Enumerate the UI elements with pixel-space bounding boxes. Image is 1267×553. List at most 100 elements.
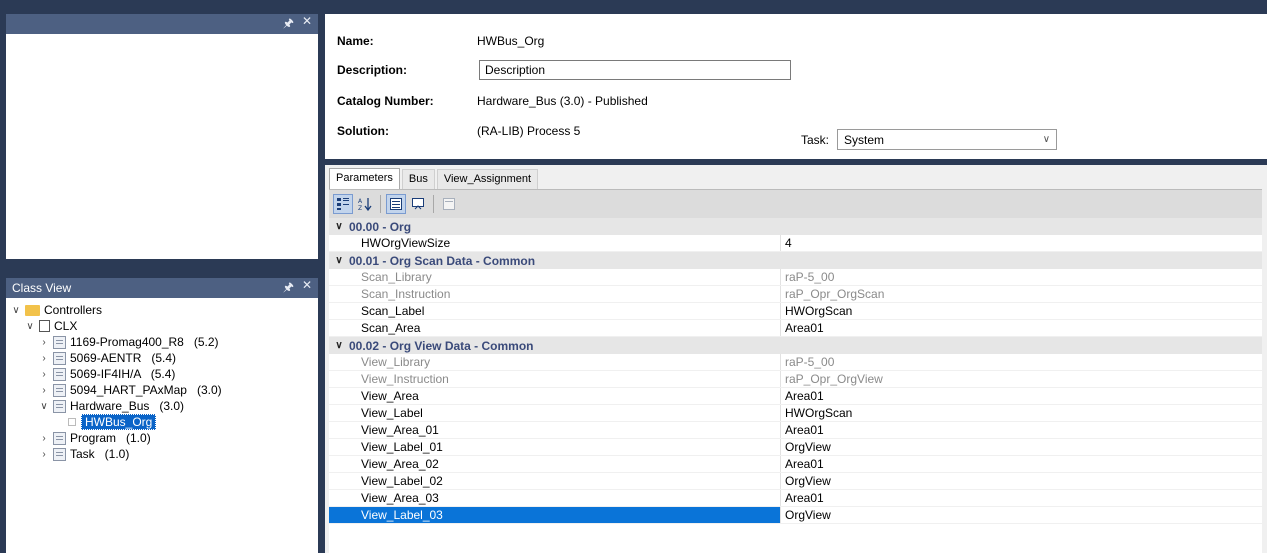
tree-item[interactable]: HWBus_Org bbox=[6, 414, 318, 430]
svg-text:A: A bbox=[358, 198, 363, 205]
left-top-pane: 🖈 ✕ bbox=[6, 14, 318, 259]
parameter-row[interactable]: View_Label HWOrgScan bbox=[329, 405, 1262, 422]
tab-bus[interactable]: Bus bbox=[401, 169, 435, 189]
tree-item[interactable]: ∨ Hardware_Bus (3.0) bbox=[6, 398, 318, 414]
sort-alphabetical-icon[interactable]: AZ bbox=[355, 194, 375, 214]
toolbar-separator bbox=[433, 195, 434, 213]
tree-item[interactable]: › 5069-IF4IH/A (5.4) bbox=[6, 366, 318, 382]
parameter-name[interactable]: Scan_Library bbox=[329, 269, 781, 285]
chevron-down-icon[interactable]: ∨ bbox=[10, 305, 22, 316]
parameter-name[interactable]: View_Area_03 bbox=[329, 490, 781, 506]
parameter-row[interactable]: View_Area_01 Area01 bbox=[329, 422, 1262, 439]
parameter-name[interactable]: Scan_Area bbox=[329, 320, 781, 336]
parameter-row[interactable]: HWOrgViewSize 4 bbox=[329, 235, 1262, 252]
instance-icon bbox=[68, 418, 76, 426]
parameter-value[interactable]: Area01 bbox=[781, 490, 1262, 506]
parameter-name[interactable]: Scan_Instruction bbox=[329, 286, 781, 302]
parameter-value[interactable]: Area01 bbox=[781, 456, 1262, 472]
tree-item[interactable]: › 5094_HART_PAxMap (3.0) bbox=[6, 382, 318, 398]
pin-icon[interactable]: 🖈 bbox=[283, 278, 294, 299]
module-icon bbox=[53, 431, 66, 445]
close-icon[interactable]: ✕ bbox=[302, 14, 312, 35]
parameter-value[interactable]: HWOrgScan bbox=[781, 303, 1262, 319]
tree-item[interactable]: ∨ Controllers bbox=[6, 302, 318, 318]
parameter-category[interactable]: ∨ 00.02 - Org View Data - Common bbox=[329, 337, 1262, 354]
tree-item-label: 1169-Promag400_R8 (5.2) bbox=[70, 335, 219, 349]
parameter-row[interactable]: Scan_Instruction raP_Opr_OrgScan bbox=[329, 286, 1262, 303]
parameter-row[interactable]: Scan_Area Area01 bbox=[329, 320, 1262, 337]
close-icon[interactable]: ✕ bbox=[302, 278, 312, 299]
chevron-right-icon[interactable]: › bbox=[38, 353, 50, 364]
tree-item[interactable]: › Program (1.0) bbox=[6, 430, 318, 446]
tree-item[interactable]: › 5069-AENTR (5.4) bbox=[6, 350, 318, 366]
instance-header-panel: Name: HWBus_Org Description: Catalog Num… bbox=[325, 14, 1267, 159]
parameter-row[interactable]: View_Area_03 Area01 bbox=[329, 490, 1262, 507]
property-pages-icon bbox=[439, 194, 459, 214]
properties-icon[interactable] bbox=[386, 194, 406, 214]
chevron-down-icon[interactable]: ∨ bbox=[329, 340, 349, 351]
parameter-row[interactable]: View_Label_03 OrgView bbox=[329, 507, 1262, 524]
parameter-name[interactable]: View_Label_01 bbox=[329, 439, 781, 455]
parameter-row[interactable]: View_Label_01 OrgView bbox=[329, 439, 1262, 456]
chevron-down-icon: ∨ bbox=[1042, 134, 1051, 145]
parameter-value[interactable]: Area01 bbox=[781, 388, 1262, 404]
parameter-row[interactable]: Scan_Library raP-5_00 bbox=[329, 269, 1262, 286]
parameter-value[interactable]: HWOrgScan bbox=[781, 405, 1262, 421]
tree-item-label: 5069-IF4IH/A (5.4) bbox=[70, 367, 176, 381]
tab-parameters[interactable]: Parameters bbox=[329, 168, 400, 189]
task-dropdown[interactable]: System ∨ bbox=[837, 129, 1058, 150]
tree-item[interactable]: › 1169-Promag400_R8 (5.2) bbox=[6, 334, 318, 350]
solution-label: Solution: bbox=[337, 124, 389, 138]
parameter-name[interactable]: HWOrgViewSize bbox=[329, 235, 781, 251]
parameter-row[interactable]: View_Instruction raP_Opr_OrgView bbox=[329, 371, 1262, 388]
chevron-right-icon[interactable]: › bbox=[38, 385, 50, 396]
tree-item[interactable]: ∨ CLX bbox=[6, 318, 318, 334]
description-label: Description: bbox=[337, 63, 408, 77]
categorized-icon[interactable] bbox=[333, 194, 353, 214]
parameter-row[interactable]: View_Area Area01 bbox=[329, 388, 1262, 405]
parameter-category[interactable]: ∨ 00.00 - Org bbox=[329, 218, 1262, 235]
toolbar-separator bbox=[380, 195, 381, 213]
parameter-name[interactable]: View_Instruction bbox=[329, 371, 781, 387]
name-label: Name: bbox=[337, 34, 374, 48]
tree-item[interactable]: › Task (1.0) bbox=[6, 446, 318, 462]
parameter-name[interactable]: View_Library bbox=[329, 354, 781, 370]
chevron-right-icon[interactable]: › bbox=[38, 449, 50, 460]
parameter-category[interactable]: ∨ 00.01 - Org Scan Data - Common bbox=[329, 252, 1262, 269]
parameter-row[interactable]: View_Label_02 OrgView bbox=[329, 473, 1262, 490]
parameter-name[interactable]: View_Label_03 bbox=[329, 507, 781, 523]
task-dropdown-value: System bbox=[844, 132, 885, 147]
tree-item-label: CLX bbox=[54, 319, 78, 333]
module-icon bbox=[53, 399, 66, 413]
parameter-row[interactable]: Scan_Label HWOrgScan bbox=[329, 303, 1262, 320]
description-input[interactable] bbox=[479, 60, 791, 80]
parameter-name[interactable]: View_Label bbox=[329, 405, 781, 421]
parameter-name[interactable]: Scan_Label bbox=[329, 303, 781, 319]
events-icon[interactable] bbox=[408, 194, 428, 214]
parameter-name[interactable]: View_Area_01 bbox=[329, 422, 781, 438]
chevron-down-icon[interactable]: ∨ bbox=[329, 221, 349, 232]
parameter-name[interactable]: View_Label_02 bbox=[329, 473, 781, 489]
parameter-value[interactable]: OrgView bbox=[781, 439, 1262, 455]
parameter-value[interactable]: Area01 bbox=[781, 422, 1262, 438]
parameter-value[interactable]: OrgView bbox=[781, 473, 1262, 489]
chevron-down-icon[interactable]: ∨ bbox=[329, 255, 349, 266]
parameter-value[interactable]: Area01 bbox=[781, 320, 1262, 336]
module-icon bbox=[53, 447, 66, 461]
parameter-row[interactable]: View_Area_02 Area01 bbox=[329, 456, 1262, 473]
module-icon bbox=[53, 351, 66, 365]
chevron-right-icon[interactable]: › bbox=[38, 369, 50, 380]
chevron-down-icon[interactable]: ∨ bbox=[38, 401, 50, 412]
chevron-right-icon[interactable]: › bbox=[38, 337, 50, 348]
parameter-value[interactable]: 4 bbox=[781, 235, 1262, 251]
parameter-value[interactable]: OrgView bbox=[781, 507, 1262, 523]
controller-icon bbox=[39, 320, 50, 332]
parameter-value: raP-5_00 bbox=[785, 355, 835, 369]
parameter-name[interactable]: View_Area bbox=[329, 388, 781, 404]
pin-icon[interactable]: 🖈 bbox=[283, 14, 294, 35]
tab-view-assignment[interactable]: View_Assignment bbox=[436, 169, 539, 189]
parameter-name[interactable]: View_Area_02 bbox=[329, 456, 781, 472]
chevron-right-icon[interactable]: › bbox=[38, 433, 50, 444]
chevron-down-icon[interactable]: ∨ bbox=[24, 321, 36, 332]
parameter-row[interactable]: View_Library raP-5_00 bbox=[329, 354, 1262, 371]
